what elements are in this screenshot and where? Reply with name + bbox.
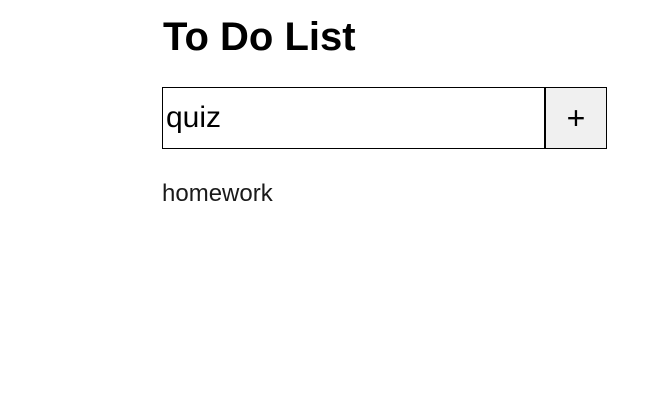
todo-entry-row: + [162, 87, 607, 149]
add-todo-button[interactable]: + [545, 87, 607, 149]
page-title: To Do List [163, 15, 356, 59]
list-item: homework [162, 180, 273, 207]
todo-list: homework [162, 180, 273, 208]
todo-input[interactable] [162, 87, 545, 149]
